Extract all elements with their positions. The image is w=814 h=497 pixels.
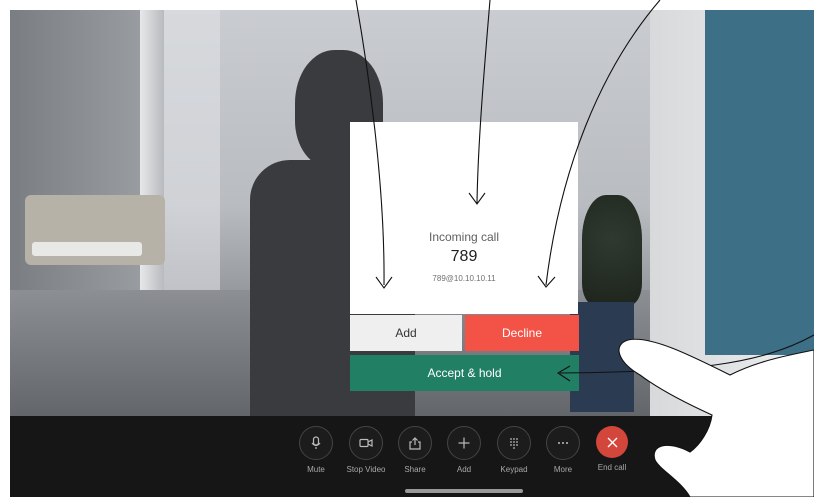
call-screen: Incoming call 789 789@10.10.10.11 Add De… [0, 0, 814, 497]
pointing-hand-illustration [618, 338, 814, 497]
